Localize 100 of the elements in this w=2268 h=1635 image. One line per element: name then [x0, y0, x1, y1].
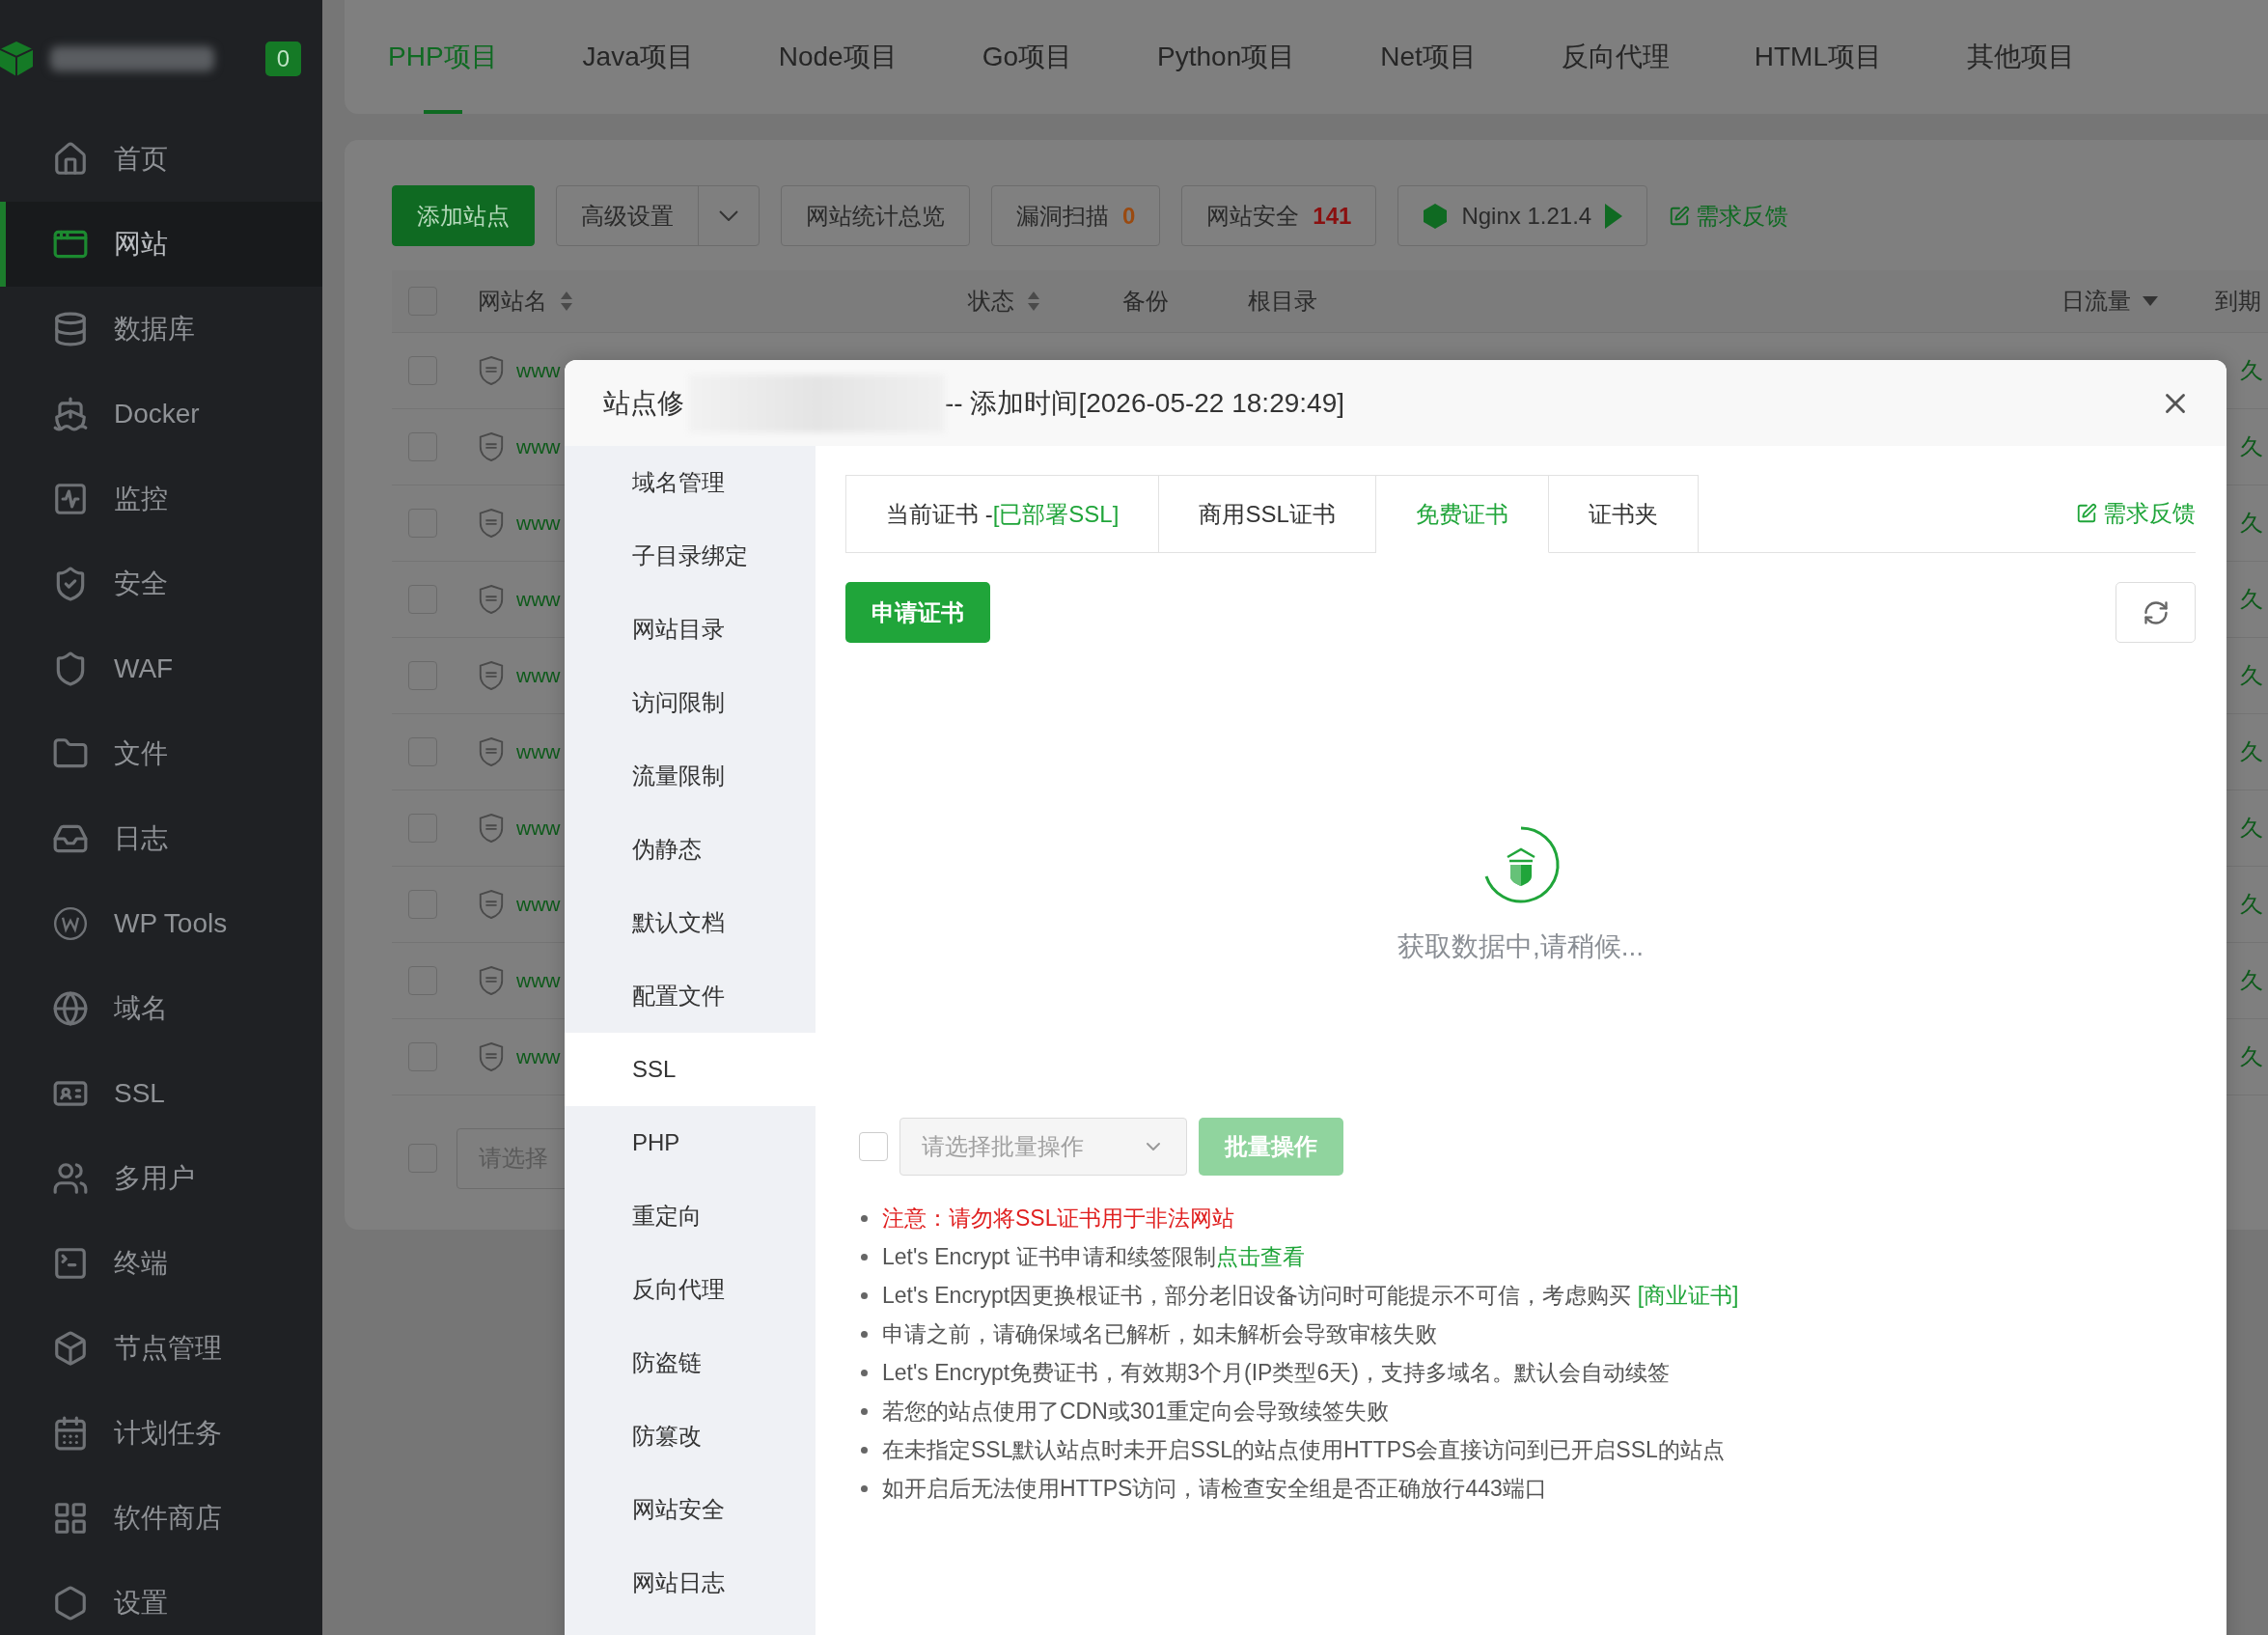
note-text: 注意：请勿将SSL证书用于非法网站 — [882, 1205, 1235, 1233]
project-tab[interactable]: 其他项目 — [1967, 0, 2075, 114]
sort-icon[interactable] — [1026, 290, 1041, 313]
sidebar-item-label: 计划任务 — [114, 1417, 222, 1450]
hexagon-icon — [1423, 202, 1449, 230]
nav-item[interactable]: 防盗链 — [565, 1326, 816, 1399]
sidebar-item[interactable]: 终端 — [0, 1221, 322, 1306]
nav-item[interactable]: 防篡改 — [565, 1399, 816, 1473]
caret-icon — [2143, 296, 2158, 306]
column-header[interactable]: 备份 — [1122, 286, 1248, 317]
sidebar-item[interactable]: 安全 — [0, 541, 322, 626]
apply-certificate-button[interactable]: 申请证书 — [845, 582, 990, 643]
ship-icon — [52, 396, 89, 432]
sidebar-item[interactable]: WP Tools — [0, 881, 322, 966]
caret-icon — [719, 210, 738, 221]
sidebar-item[interactable]: 域名 — [0, 966, 322, 1051]
sidebar-item-label: 安全 — [114, 568, 168, 600]
column-header[interactable]: 根目录 — [1248, 286, 2061, 317]
waf-shield-icon — [478, 355, 505, 386]
sidebar-item-label: 数据库 — [114, 313, 195, 346]
table-cell-text: 久 — [2239, 432, 2264, 461]
column-header[interactable]: 到期 — [2215, 286, 2268, 317]
nav-item[interactable]: 网站目录 — [565, 593, 816, 666]
nav-item[interactable]: PHP — [565, 1106, 816, 1179]
nav-item[interactable]: 网站日志 — [565, 1546, 816, 1620]
scan-button[interactable]: 漏洞扫描 0 — [991, 185, 1161, 246]
security-button[interactable]: 网站安全 141 — [1181, 185, 1377, 246]
refresh-button[interactable] — [2116, 582, 2196, 643]
sidebar-item-label: 文件 — [114, 737, 168, 770]
certificate-tab[interactable]: 商用SSL证书 — [1159, 475, 1376, 553]
table-cell-text: 久 — [2239, 356, 2264, 385]
play-icon — [1605, 203, 1623, 229]
sidebar-item[interactable]: WAF — [0, 626, 322, 711]
sidebar-item-label: 日志 — [114, 822, 168, 855]
waf-shield-icon — [478, 660, 505, 691]
bullet-icon — [861, 1330, 868, 1338]
edit-icon — [2076, 503, 2097, 524]
sidebar-item[interactable]: 节点管理 — [0, 1306, 322, 1391]
sidebar-item[interactable]: 监控 — [0, 457, 322, 541]
sidebar-item[interactable]: 首页 — [0, 117, 322, 202]
table-cell-text: 久 — [2239, 509, 2264, 538]
note-text: 若您的站点使用了CDN或301重定向会导致续签失败 — [882, 1398, 1390, 1426]
stats-button[interactable]: 网站统计总览 — [781, 185, 970, 246]
nav-item[interactable]: SSL — [565, 1033, 816, 1106]
sidebar-item-label: 终端 — [114, 1247, 168, 1280]
sort-icon[interactable] — [559, 290, 574, 313]
add-site-button[interactable]: 添加站点 — [392, 185, 535, 246]
note-link[interactable]: 点击查看 — [1215, 1244, 1305, 1269]
waf-shield-icon — [478, 1041, 505, 1072]
nav-item[interactable]: 反向代理 — [565, 1253, 816, 1326]
project-tab[interactable]: Python项目 — [1157, 0, 1296, 114]
table-cell-text: 久 — [2239, 814, 2264, 843]
project-tab[interactable]: Net项目 — [1380, 0, 1477, 114]
project-tab[interactable]: HTML项目 — [1754, 0, 1882, 114]
certificate-tab[interactable]: 证书夹 — [1548, 475, 1699, 553]
count-badge: 0 — [264, 41, 301, 76]
column-header[interactable]: 网站名 — [478, 286, 968, 317]
sidebar-item[interactable]: 软件商店 — [0, 1476, 322, 1561]
certificate-tab[interactable]: 当前证书 -[已部署SSL] — [845, 475, 1160, 553]
sidebar-item[interactable]: 文件 — [0, 711, 322, 796]
table-cell-text: 久 — [2239, 737, 2264, 766]
sidebar-item[interactable]: 计划任务 — [0, 1391, 322, 1476]
column-label: 根目录 — [1248, 287, 1317, 316]
count: 0 — [1122, 202, 1136, 230]
sidebar-item-label: 首页 — [114, 143, 168, 176]
nav-item[interactable]: 子目录绑定 — [565, 519, 816, 593]
nav-item[interactable]: 访问限制 — [565, 666, 816, 739]
nav-item[interactable]: 伪静态 — [565, 813, 816, 886]
project-tab[interactable]: Go项目 — [982, 0, 1073, 114]
sidebar-item[interactable]: 日志 — [0, 796, 322, 881]
nginx-button[interactable]: Nginx 1.21.4 — [1397, 185, 1648, 246]
nav-item[interactable]: 域名管理 — [565, 446, 816, 519]
column-header[interactable]: 日流量 — [2061, 286, 2215, 317]
nav-item[interactable]: 流量限制 — [565, 739, 816, 813]
sidebar-item[interactable]: SSL — [0, 1051, 322, 1136]
sidebar-item[interactable]: 数据库 — [0, 287, 322, 372]
button-label: 网站安全 — [1206, 201, 1300, 231]
monitor-icon — [52, 481, 89, 517]
project-tab[interactable]: 反向代理 — [1561, 0, 1670, 114]
waf-shield-icon — [478, 736, 505, 767]
terminal-icon — [52, 1245, 89, 1282]
note-text: 如开启后无法使用HTTPS访问，请检查安全组是否正确放行443端口 — [882, 1475, 1547, 1503]
feedback-link[interactable]: 需求反馈 — [2076, 498, 2196, 529]
sidebar-item[interactable]: 设置 — [0, 1561, 322, 1635]
project-tab[interactable]: Java项目 — [582, 0, 694, 114]
note-text: Let's Encrypt 证书申请和续签限制点击查看 — [882, 1243, 1305, 1271]
advanced-settings-button[interactable]: 高级设置 — [556, 185, 760, 246]
nav-item[interactable]: 网站安全 — [565, 1473, 816, 1546]
sidebar-item[interactable]: 多用户 — [0, 1136, 322, 1221]
nav-item[interactable]: 重定向 — [565, 1179, 816, 1253]
project-tab[interactable]: Node项目 — [778, 0, 898, 114]
certificate-tab[interactable]: 免费证书 — [1375, 475, 1549, 553]
column-header[interactable]: 状态 — [968, 286, 1122, 317]
column-label: 备份 — [1122, 287, 1169, 316]
sidebar-item[interactable]: 网站 — [0, 202, 322, 287]
column-label: 到期 — [2215, 287, 2261, 316]
sidebar-item[interactable]: Docker — [0, 372, 322, 457]
note-link[interactable]: [商业证书] — [1637, 1283, 1739, 1308]
nav-item[interactable]: 默认文档 — [565, 886, 816, 959]
nav-item[interactable]: 配置文件 — [565, 959, 816, 1033]
